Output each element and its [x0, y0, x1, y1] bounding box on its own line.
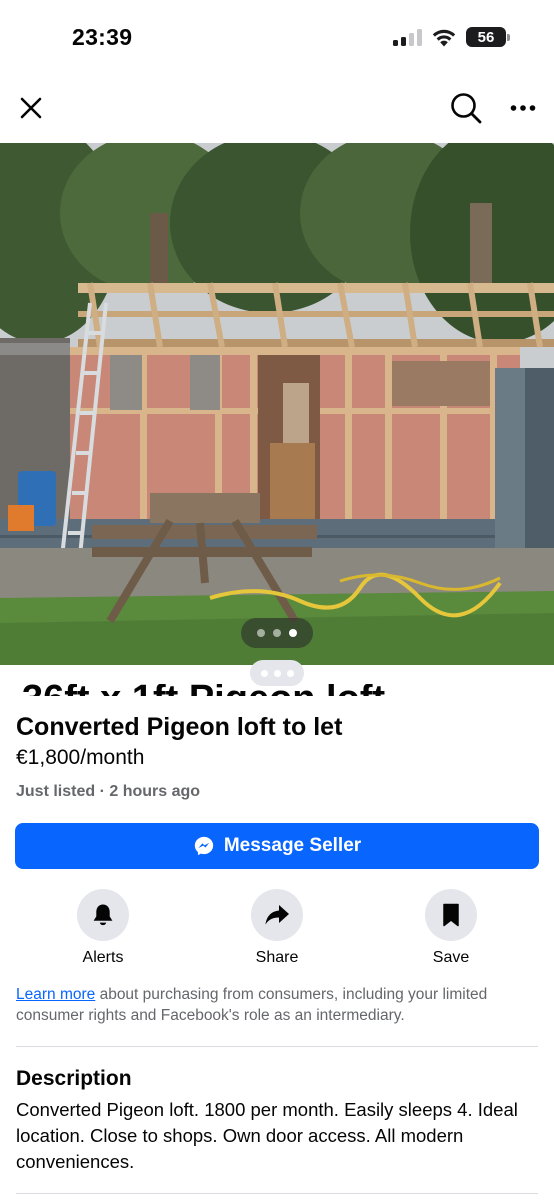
clipped-title: 36ft x 1ft Pigeon loft [22, 684, 542, 696]
more-options-button[interactable] [505, 90, 541, 126]
cellular-signal-icon [393, 28, 422, 46]
close-icon [20, 97, 42, 119]
actions-row: Alerts Share Save [0, 889, 554, 969]
alerts-button[interactable]: Alerts [53, 889, 153, 968]
status-time: 23:39 [72, 24, 133, 50]
consumer-rights-note: Learn more about purchasing from consume… [16, 984, 538, 1026]
share-circle [251, 889, 303, 941]
description-body: Converted Pigeon loft. 1800 per month. E… [16, 1099, 518, 1172]
wifi-icon [432, 29, 456, 46]
save-label: Save [432, 949, 470, 966]
listing-photo[interactable] [0, 143, 554, 665]
battery-icon: 56 [466, 27, 510, 47]
status-bar: 23:39 56 [0, 0, 554, 76]
listing-photo-image [0, 143, 554, 665]
save-button[interactable]: Save [401, 889, 501, 968]
more-horizontal-icon [510, 105, 536, 111]
battery-level: 56 [477, 28, 495, 46]
description-heading: Description [16, 1067, 132, 1090]
handle-dot [286, 669, 294, 677]
listing-time: Just listed · 2 hours ago [16, 783, 201, 800]
carousel-dot [257, 629, 265, 637]
alerts-circle [77, 889, 129, 941]
handle-dot [260, 669, 268, 677]
search-button[interactable] [448, 90, 484, 126]
save-circle [425, 889, 477, 941]
search-icon [451, 93, 482, 124]
section-divider [16, 1046, 538, 1047]
share-arrow-icon [265, 905, 289, 925]
share-label: Share [255, 949, 299, 966]
carousel-dot-active [289, 629, 297, 637]
sheet-handle[interactable] [250, 660, 304, 686]
status-icons: 56 [393, 27, 510, 47]
message-seller-button[interactable]: Message Seller [15, 823, 539, 869]
clipped-title-text: 36ft x 1ft Pigeon loft [22, 684, 542, 696]
learn-more-link[interactable]: Learn more [16, 986, 95, 1003]
close-button[interactable] [13, 90, 49, 126]
listing-price: €1,800/month [16, 746, 145, 769]
alerts-label: Alerts [82, 949, 124, 966]
photo-carousel-indicator[interactable] [241, 618, 313, 648]
messenger-icon [194, 836, 214, 856]
bell-icon [93, 904, 113, 926]
top-nav [0, 76, 554, 142]
share-button[interactable]: Share [227, 889, 327, 968]
handle-dot [273, 669, 281, 677]
listing-title: Converted Pigeon loft to let [16, 713, 343, 741]
bookmark-icon [443, 903, 459, 927]
section-divider [16, 1193, 538, 1194]
carousel-dot [273, 629, 281, 637]
message-seller-label: Message Seller [223, 835, 362, 856]
